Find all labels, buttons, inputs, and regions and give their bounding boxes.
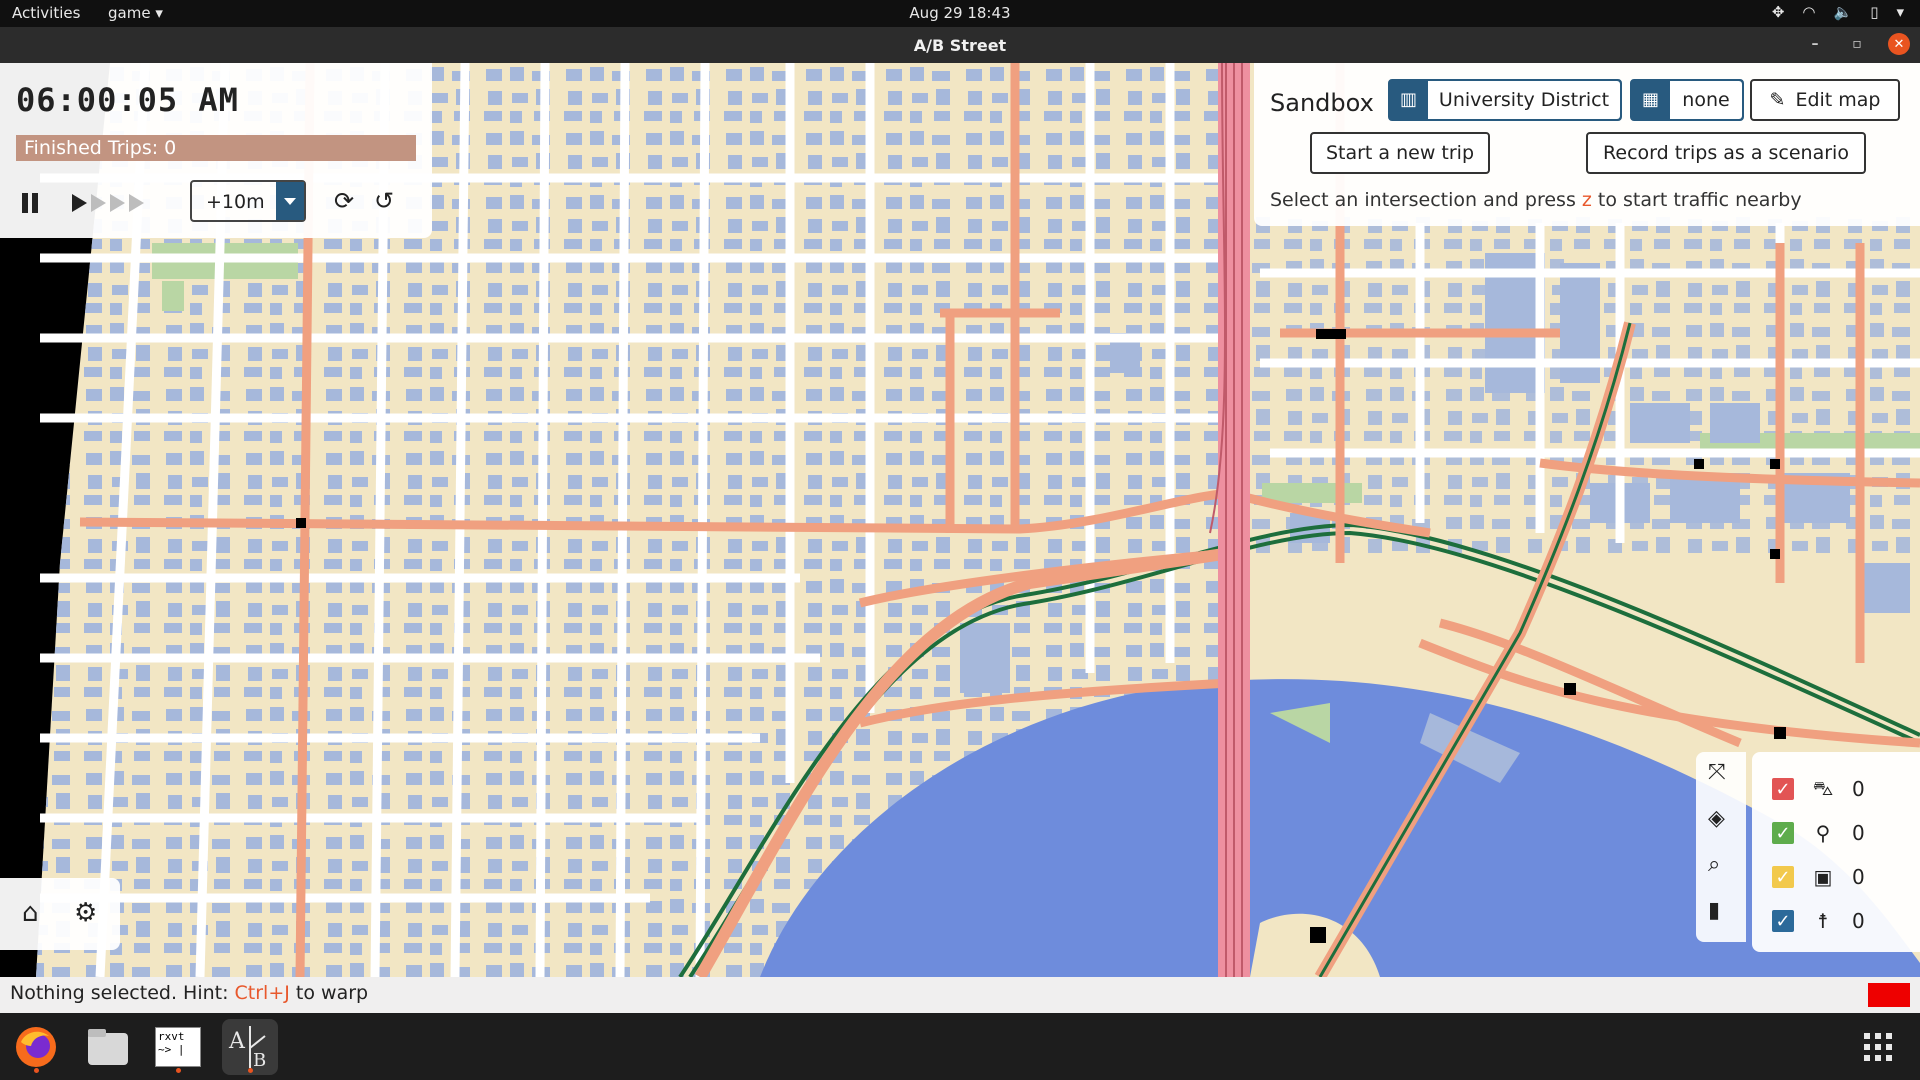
gear-icon[interactable]: ⚙ <box>74 898 97 928</box>
minimize-button[interactable]: – <box>1804 33 1826 55</box>
search-icon[interactable]: ⌕ <box>1708 852 1720 877</box>
running-indicator <box>248 1068 253 1073</box>
sandbox-title: Sandbox <box>1270 89 1374 117</box>
fast-forward-3x-icon[interactable] <box>110 194 125 212</box>
map-tools-panel: ⤧ ◈ ⌕ ▮ <box>1696 752 1746 942</box>
app-menu-label: game <box>108 4 151 22</box>
bike-count: 0 <box>1852 821 1865 845</box>
terminal-label: rxvt <box>158 1030 185 1043</box>
dropbox-icon: ✥ <box>1771 3 1785 21</box>
pause-icon[interactable] <box>22 193 38 213</box>
legend-row-bus[interactable]: ✓ ▣ 0 <box>1772 862 1865 892</box>
sandbox-panel: Sandbox ▥ University District ▦ none ✎ Ed… <box>1254 63 1920 226</box>
volume-icon: 🔈 <box>1833 3 1853 21</box>
pedestrian-checkbox[interactable]: ✓ <box>1772 910 1794 932</box>
system-top-bar: Activities game ▾ Aug 29 18:43 ✥ ◠ 🔈 ▯ ▾ <box>0 0 1920 27</box>
bus-checkbox[interactable]: ✓ <box>1772 866 1794 888</box>
running-indicator <box>176 1068 181 1073</box>
pedestrian-count: 0 <box>1852 909 1865 933</box>
sim-clock: 06:00:05 AM <box>16 81 239 119</box>
terminal-prompt: ~> | <box>158 1043 185 1056</box>
app-menu[interactable]: game ▾ <box>108 4 163 22</box>
scenario-picker-button[interactable]: ▦ none <box>1630 79 1744 121</box>
time-step-dropdown[interactable]: +10m <box>190 180 306 222</box>
record-trips-button[interactable]: Record trips as a scenario <box>1586 132 1866 174</box>
car-checkbox[interactable]: ✓ <box>1772 778 1794 800</box>
time-step-value: +10m <box>206 191 265 213</box>
map-picker-button[interactable]: ▥ University District <box>1388 79 1622 121</box>
bus-count: 0 <box>1852 865 1865 889</box>
hint-key: z <box>1581 189 1592 211</box>
taskbar-dock: rxvt ~> | A B <box>0 1013 1920 1080</box>
play-icon[interactable] <box>72 194 87 212</box>
jump-to-time-icon[interactable]: ⟳ <box>334 187 354 215</box>
firefox-icon <box>16 1027 56 1067</box>
calendar-icon: ▦ <box>1642 89 1660 110</box>
running-indicator <box>34 1068 39 1073</box>
system-tray[interactable]: ✥ ◠ 🔈 ▯ ▾ <box>1772 3 1904 21</box>
edit-map-label: Edit map <box>1795 89 1881 111</box>
finished-trips-progress: Finished Trips: 0 <box>16 135 416 161</box>
window-title: A/B Street <box>913 36 1007 55</box>
layers-icon[interactable]: ◈ <box>1708 806 1725 831</box>
fast-forward-4x-icon[interactable] <box>129 194 144 212</box>
svg-text:B: B <box>253 1050 266 1071</box>
show-apps-button[interactable] <box>1862 1031 1894 1063</box>
fps-indicator <box>1868 983 1910 1007</box>
agent-legend: ✓ ⛍ 0 ✓ ⚲ 0 ✓ ▣ 0 ✓ ☨ 0 <box>1752 752 1920 952</box>
status-text-end: to warp <box>289 982 369 1004</box>
legend-row-car[interactable]: ✓ ⛍ 0 <box>1772 774 1865 804</box>
sandbox-hint: Select an intersection and press z to st… <box>1270 189 1802 211</box>
status-bar: Nothing selected. Hint: Ctrl+J to warp <box>0 977 1920 1013</box>
home-settings-panel: ⌂ ⚙ <box>0 878 120 950</box>
speed-controls <box>22 181 144 225</box>
svg-text:A: A <box>228 1029 246 1054</box>
reset-icon[interactable]: ↺ <box>374 187 394 215</box>
folder-icon <box>88 1029 128 1065</box>
app-grid-icon <box>1864 1033 1892 1061</box>
map-name: University District <box>1438 89 1610 111</box>
car-count: 0 <box>1852 777 1865 801</box>
chevron-down-icon[interactable] <box>276 182 304 220</box>
terminal-icon: rxvt ~> | <box>155 1027 201 1067</box>
legend-row-bike[interactable]: ✓ ⚲ 0 <box>1772 818 1865 848</box>
start-new-trip-button[interactable]: Start a new trip <box>1310 132 1490 174</box>
pedestrian-icon: ☨ <box>1817 909 1829 933</box>
activities-button[interactable]: Activities <box>12 4 80 22</box>
status-text: Nothing selected. Hint: Ctrl+J to warp <box>10 982 368 1004</box>
car-icon: ⛍ <box>1812 775 1834 800</box>
maximize-button[interactable]: ▫ <box>1846 33 1868 55</box>
battery-icon: ▯ <box>1870 3 1879 21</box>
bike-checkbox[interactable]: ✓ <box>1772 822 1794 844</box>
status-key: Ctrl+J <box>234 982 290 1004</box>
chevron-down-icon: ▾ <box>155 4 163 22</box>
zoom-fit-icon[interactable]: ⤧ <box>1708 760 1726 785</box>
fast-forward-2x-icon[interactable] <box>91 194 106 212</box>
hint-text-end: to start traffic nearby <box>1591 189 1802 211</box>
bus-icon: ▣ <box>1813 865 1833 889</box>
files-launcher[interactable] <box>80 1019 136 1075</box>
firefox-launcher[interactable] <box>8 1019 64 1075</box>
legend-row-pedestrian[interactable]: ✓ ☨ 0 <box>1772 906 1865 936</box>
map-icon: ▥ <box>1400 89 1418 110</box>
close-button[interactable]: ✕ <box>1888 33 1910 55</box>
abstreet-launcher[interactable]: A B <box>222 1019 278 1075</box>
pencil-icon: ✎ <box>1769 89 1786 111</box>
terminal-launcher[interactable]: rxvt ~> | <box>150 1019 206 1075</box>
status-text-start: Nothing selected. Hint: <box>10 982 235 1004</box>
home-icon[interactable]: ⌂ <box>22 898 39 928</box>
chart-icon[interactable]: ▮ <box>1708 898 1720 923</box>
chevron-down-icon: ▾ <box>1896 3 1904 21</box>
system-clock[interactable]: Aug 29 18:43 <box>909 4 1010 22</box>
finished-trips-label: Finished Trips: 0 <box>24 137 177 159</box>
edit-map-button[interactable]: ✎ Edit map <box>1750 79 1900 121</box>
hint-text-start: Select an intersection and press <box>1270 189 1582 211</box>
time-control-panel: 06:00:05 AM Finished Trips: 0 +10m ⟳ ↺ <box>0 63 432 238</box>
wifi-icon: ◠ <box>1802 3 1816 21</box>
bike-icon: ⚲ <box>1815 821 1831 845</box>
scenario-name: none <box>1682 89 1730 111</box>
window-title-bar: A/B Street – ▫ ✕ <box>0 27 1920 63</box>
abstreet-icon: A B <box>228 1026 266 1071</box>
